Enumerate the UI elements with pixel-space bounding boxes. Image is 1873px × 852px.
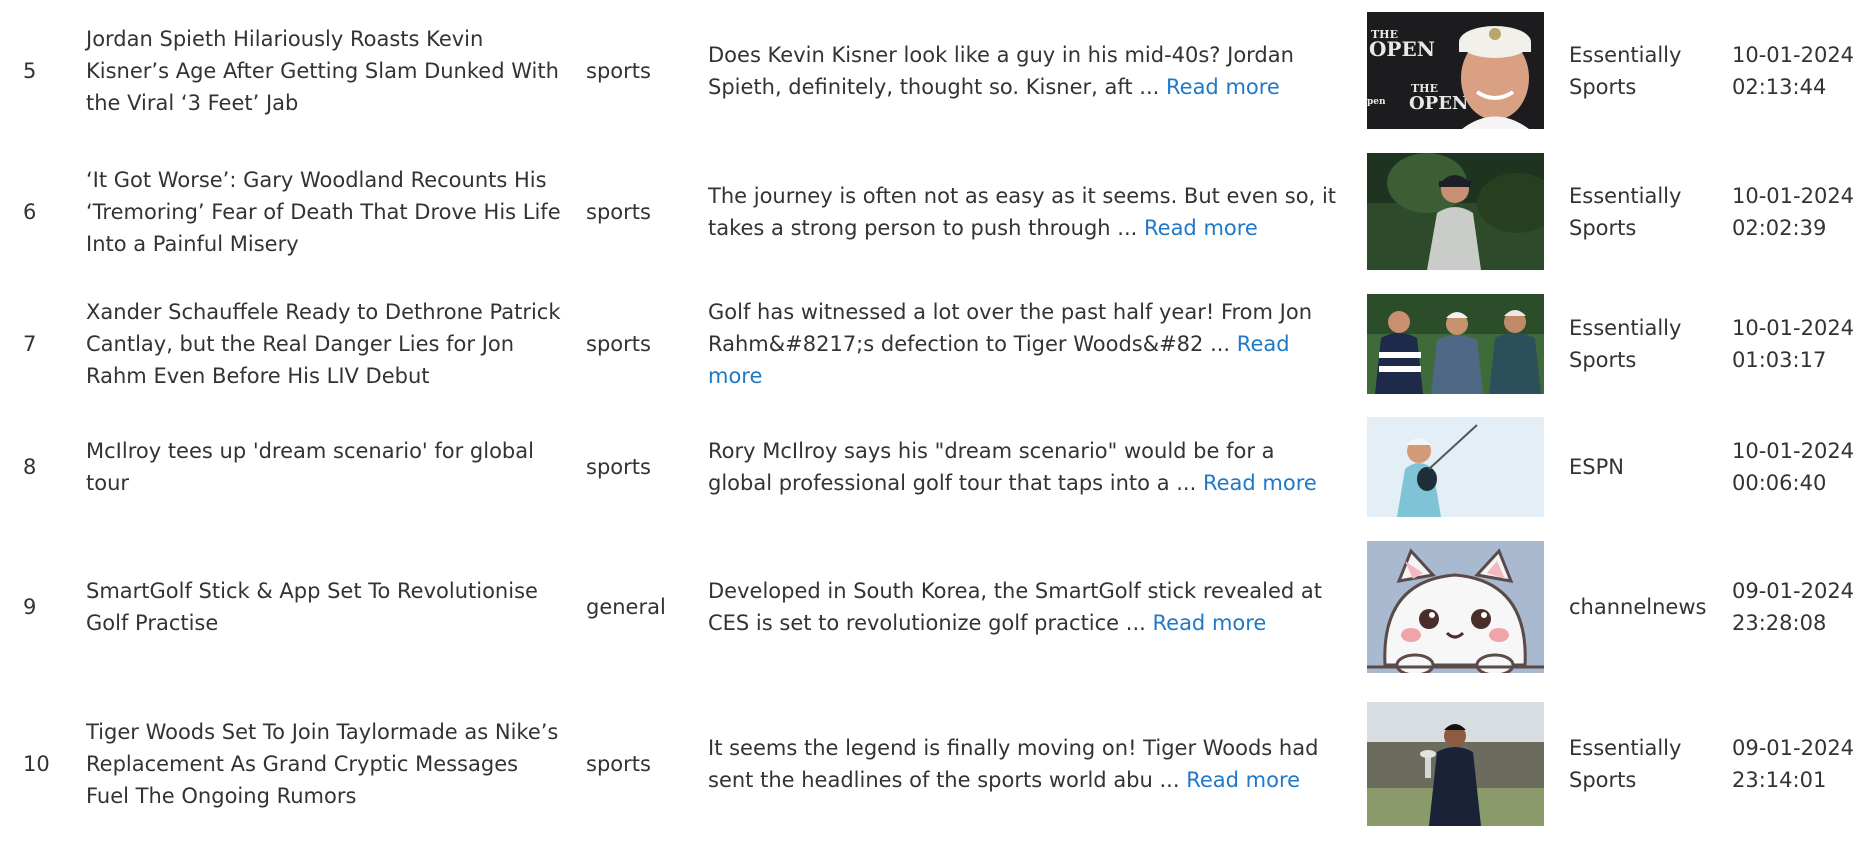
article-date: 10-01-2024 01:03:17 — [1732, 315, 1855, 372]
article-title: Jordan Spieth Hilariously Roasts Kevin K… — [86, 26, 559, 115]
article-title: Tiger Woods Set To Join Taylormade as Ni… — [86, 720, 559, 808]
golfer-portrait-image: THE OPEN THE OPEN pen — [1367, 12, 1544, 129]
article-description: Developed in South Korea, the SmartGolf … — [708, 529, 1367, 684]
row-number: 5 — [23, 58, 37, 83]
article-title: McIlroy tees up 'dream scenario' for glo… — [86, 439, 534, 495]
article-title: ‘It Got Worse’: Gary Woodland Recounts H… — [86, 167, 561, 256]
svg-text:pen: pen — [1367, 97, 1386, 107]
table-row: 10 Tiger Woods Set To Join Taylormade as… — [0, 684, 1873, 844]
article-description: Does Kevin Kisner look like a guy in his… — [708, 0, 1367, 141]
article-thumbnail[interactable] — [1367, 702, 1544, 826]
table-row: 7 Xander Schauffele Ready to Dethrone Pa… — [0, 282, 1873, 405]
article-title: Xander Schauffele Ready to Dethrone Patr… — [86, 299, 561, 388]
table-row: 9 SmartGolf Stick & App Set To Revolutio… — [0, 529, 1873, 684]
row-number: 6 — [23, 199, 37, 224]
svg-text:OPEN: OPEN — [1409, 93, 1468, 114]
article-description: It seems the legend is finally moving on… — [708, 684, 1367, 844]
article-source: channelnews — [1569, 594, 1707, 619]
article-date: 10-01-2024 02:02:39 — [1732, 183, 1855, 240]
article-category: sports — [586, 199, 651, 224]
article-image-cell — [1367, 405, 1544, 529]
article-date: 10-01-2024 02:13:44 — [1732, 42, 1855, 99]
row-number: 9 — [23, 594, 37, 619]
article-description: Golf has witnessed a lot over the past h… — [708, 282, 1367, 405]
article-date: 09-01-2024 23:28:08 — [1732, 578, 1855, 635]
row-number: 8 — [23, 455, 37, 479]
read-more-link[interactable]: Read more — [1203, 471, 1317, 495]
row-number: 7 — [23, 331, 37, 356]
read-more-link[interactable]: Read more — [1153, 611, 1267, 635]
row-number: 10 — [23, 752, 50, 776]
golfer-swing-image — [1367, 417, 1544, 517]
article-thumbnail[interactable] — [1367, 293, 1544, 394]
article-source: ESPN — [1569, 455, 1624, 479]
article-image-cell — [1367, 684, 1544, 844]
article-date: 09-01-2024 23:14:01 — [1732, 736, 1855, 792]
three-golfers-image — [1367, 293, 1544, 394]
article-category: general — [586, 594, 666, 619]
read-more-link[interactable]: Read more — [1186, 768, 1300, 792]
golfer-walking-image — [1367, 153, 1544, 270]
table-row: 6 ‘It Got Worse’: Gary Woodland Recounts… — [0, 141, 1873, 282]
article-source: Essentially Sports — [1569, 183, 1682, 240]
article-thumbnail[interactable]: THE OPEN THE OPEN pen — [1367, 12, 1544, 129]
article-image-cell: THE OPEN THE OPEN pen — [1367, 0, 1544, 141]
article-category: sports — [586, 58, 651, 83]
svg-text:OPEN: OPEN — [1369, 37, 1435, 61]
article-source: Essentially Sports — [1569, 42, 1682, 99]
article-thumbnail[interactable] — [1367, 153, 1544, 270]
article-date: 10-01-2024 00:06:40 — [1732, 439, 1855, 495]
description-text: Rory McIlroy says his "dream scenario" w… — [708, 439, 1275, 495]
article-description: The journey is often not as easy as it s… — [708, 141, 1367, 282]
article-title: SmartGolf Stick & App Set To Revolutioni… — [86, 578, 538, 635]
article-category: sports — [586, 455, 651, 479]
article-image-cell — [1367, 282, 1544, 405]
article-category: sports — [586, 331, 651, 356]
article-thumbnail[interactable] — [1367, 540, 1544, 673]
table-row: 8 McIlroy tees up 'dream scenario' for g… — [0, 405, 1873, 529]
article-category: sports — [586, 752, 651, 776]
table-row: 5 Jordan Spieth Hilariously Roasts Kevin… — [0, 0, 1873, 141]
read-more-link[interactable]: Read more — [1166, 75, 1280, 99]
article-source: Essentially Sports — [1569, 736, 1682, 792]
article-source: Essentially Sports — [1569, 315, 1682, 372]
description-text: Golf has witnessed a lot over the past h… — [708, 299, 1313, 356]
news-table: 5 Jordan Spieth Hilariously Roasts Kevin… — [0, 0, 1873, 844]
golfer-trophy-image — [1367, 702, 1544, 826]
cartoon-cat-image — [1367, 540, 1544, 673]
article-description: Rory McIlroy says his "dream scenario" w… — [708, 405, 1367, 529]
article-image-cell — [1367, 141, 1544, 282]
article-thumbnail[interactable] — [1367, 417, 1544, 517]
article-image-cell — [1367, 529, 1544, 684]
read-more-link[interactable]: Read more — [1144, 216, 1258, 240]
